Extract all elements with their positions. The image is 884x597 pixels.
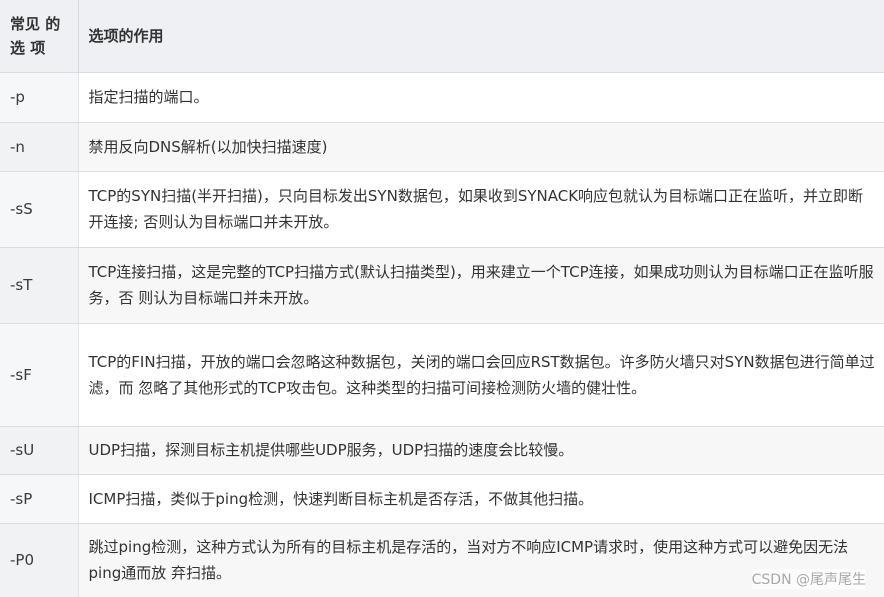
header-common-options-line1: 常见 的 bbox=[10, 14, 61, 33]
header-option-function: 选项的作用 bbox=[78, 0, 884, 73]
table-row: -sF TCP的FIN扫描，开放的端口会忽略这种数据包，关闭的端口会回应RST数… bbox=[0, 323, 884, 427]
description-cell: 禁用反向DNS解析(以加快扫描速度) bbox=[78, 122, 884, 172]
table-row: -n 禁用反向DNS解析(以加快扫描速度) bbox=[0, 122, 884, 172]
header-common-options: 常见 的 选 项 bbox=[0, 0, 79, 73]
description-cell: ICMP扫描，类似于ping检测，快速判断目标主机是否存活，不做其他扫描。 bbox=[78, 474, 884, 524]
description-cell: TCP连接扫描，这是完整的TCP扫描方式(默认扫描类型)，用来建立一个TCP连接… bbox=[78, 247, 884, 324]
description-cell: TCP的SYN扫描(半开扫描)，只向目标发出SYN数据包，如果收到SYNACK响… bbox=[78, 171, 884, 248]
table-row: -p 指定扫描的端口。 bbox=[0, 72, 884, 123]
table-header: 常见 的 选 项 选项的作用 bbox=[0, 0, 884, 73]
header-common-options-line2: 选 项 bbox=[10, 38, 46, 57]
header-row: 常见 的 选 项 选项的作用 bbox=[0, 0, 884, 73]
option-cell: -sU bbox=[0, 426, 79, 475]
description-cell: TCP的FIN扫描，开放的端口会忽略这种数据包，关闭的端口会回应RST数据包。许… bbox=[78, 323, 884, 427]
table-row: -sT TCP连接扫描，这是完整的TCP扫描方式(默认扫描类型)，用来建立一个T… bbox=[0, 247, 884, 324]
option-cell: -n bbox=[0, 122, 79, 172]
option-cell: -sS bbox=[0, 171, 79, 248]
table-row: -sU UDP扫描，探测目标主机提供哪些UDP服务，UDP扫描的速度会比较慢。 bbox=[0, 426, 884, 475]
nmap-options-table: 常见 的 选 项 选项的作用 -p 指定扫描的端口。 -n 禁用反向DNS解析(… bbox=[0, 0, 884, 597]
description-cell: UDP扫描，探测目标主机提供哪些UDP服务，UDP扫描的速度会比较慢。 bbox=[78, 426, 884, 475]
csdn-watermark: CSDN @尾声尾生 bbox=[751, 569, 866, 589]
table-body: -p 指定扫描的端口。 -n 禁用反向DNS解析(以加快扫描速度) -sS TC… bbox=[0, 72, 884, 597]
description-cell: 指定扫描的端口。 bbox=[78, 72, 884, 123]
option-cell: -sP bbox=[0, 474, 79, 524]
option-cell: -sF bbox=[0, 323, 79, 427]
option-cell: -sT bbox=[0, 247, 79, 324]
option-cell: -p bbox=[0, 72, 79, 123]
option-cell: -P0 bbox=[0, 523, 79, 597]
table-row: -sS TCP的SYN扫描(半开扫描)，只向目标发出SYN数据包，如果收到SYN… bbox=[0, 171, 884, 248]
table-row: -sP ICMP扫描，类似于ping检测，快速判断目标主机是否存活，不做其他扫描… bbox=[0, 474, 884, 524]
